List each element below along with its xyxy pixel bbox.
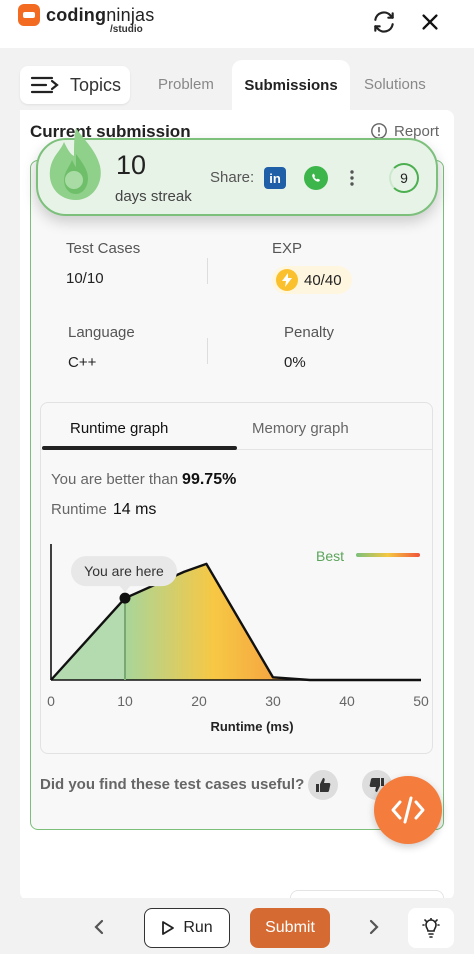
legend-label: Best (316, 548, 344, 564)
percentile-value: 99.75% (182, 471, 237, 488)
tab-problem[interactable]: Problem (158, 76, 214, 93)
feedback-question: Did you find these test cases useful? (40, 776, 305, 793)
topics-label: Topics (70, 74, 122, 95)
report-label: Report (394, 122, 440, 140)
runtime-label: Runtime (51, 501, 107, 518)
bottom-bar (0, 898, 474, 954)
x-tick-label: 10 (117, 693, 133, 709)
exp-label: EXP (272, 240, 303, 257)
more-options-icon[interactable] (342, 166, 362, 190)
tab-submissions[interactable]: Submissions (232, 60, 350, 110)
tab-memory-graph[interactable]: Memory graph (252, 420, 349, 437)
next-arrow-icon[interactable] (364, 916, 384, 938)
x-tick-label: 0 (47, 693, 55, 709)
run-label: Run (183, 919, 213, 936)
percentile-text: You are better than 99.75% (51, 471, 236, 489)
previous-arrow-icon[interactable] (89, 916, 109, 938)
x-tick-label: 20 (191, 693, 207, 709)
logo-icon (18, 4, 40, 26)
brand-name: codingninjas (46, 5, 154, 26)
x-axis-label: Runtime (ms) (210, 719, 293, 734)
test-cases-label: Test Cases (66, 240, 141, 257)
streak-count: 10 (116, 150, 147, 180)
play-icon (162, 921, 175, 935)
active-tab-indicator (42, 446, 237, 450)
x-tick-label: 50 (413, 693, 429, 709)
x-tick-label: 40 (339, 693, 355, 709)
test-cases-value: 10/10 (66, 270, 104, 287)
runtime-value: 14 ms (112, 501, 157, 518)
language-label: Language (68, 324, 135, 341)
tooltip-pointer (119, 585, 131, 593)
brand-name-bold: coding (46, 4, 107, 25)
thumbs-up-icon[interactable] (308, 770, 338, 800)
run-button[interactable]: Run (144, 908, 230, 948)
brand-logo[interactable]: codingninjas (18, 4, 154, 26)
exp-value: 40/40 (304, 271, 342, 289)
exp-badge: 40/40 (272, 266, 352, 294)
refresh-icon[interactable] (368, 6, 400, 38)
divider (207, 258, 208, 284)
runtime-chart: You are here 0 10 20 30 40 50 Runtime (ms) Best (47, 544, 429, 734)
share-label: Share: (210, 169, 255, 186)
close-icon[interactable] (414, 6, 446, 38)
percentile-prefix: You are better than (51, 471, 179, 488)
legend-gradient-bar (356, 553, 420, 557)
menu-icon (30, 76, 59, 94)
code-editor-button[interactable] (374, 776, 442, 844)
tab-runtime-graph[interactable]: Runtime graph (70, 420, 168, 437)
streak-label: days streak (115, 188, 192, 205)
x-tick-label: 30 (265, 693, 281, 709)
language-value: C++ (68, 354, 97, 371)
you-are-here-dot (119, 592, 131, 604)
topics-button[interactable]: Topics (20, 66, 130, 104)
flame-icon (49, 128, 101, 200)
code-icon (391, 796, 425, 824)
penalty-value: 0% (284, 354, 306, 371)
submit-button[interactable]: Submit (250, 908, 330, 948)
whatsapp-icon[interactable] (304, 166, 328, 190)
brand-sub: /studio (110, 24, 143, 35)
streak-badge[interactable]: 9 (389, 163, 419, 193)
bolt-icon (276, 269, 298, 291)
brand-name-light: ninjas (106, 4, 155, 25)
linkedin-icon[interactable]: in (264, 167, 286, 189)
runtime-text: Runtime 14 ms (51, 501, 156, 519)
hint-bulb-icon[interactable] (408, 908, 454, 948)
app-header: codingninjas /studio (0, 0, 474, 48)
tab-solutions[interactable]: Solutions (364, 76, 426, 93)
tab-bar: Topics Problem Submissions Solutions (0, 48, 474, 110)
divider (207, 338, 208, 364)
penalty-label: Penalty (284, 324, 335, 341)
tooltip-text: You are here (84, 563, 164, 579)
